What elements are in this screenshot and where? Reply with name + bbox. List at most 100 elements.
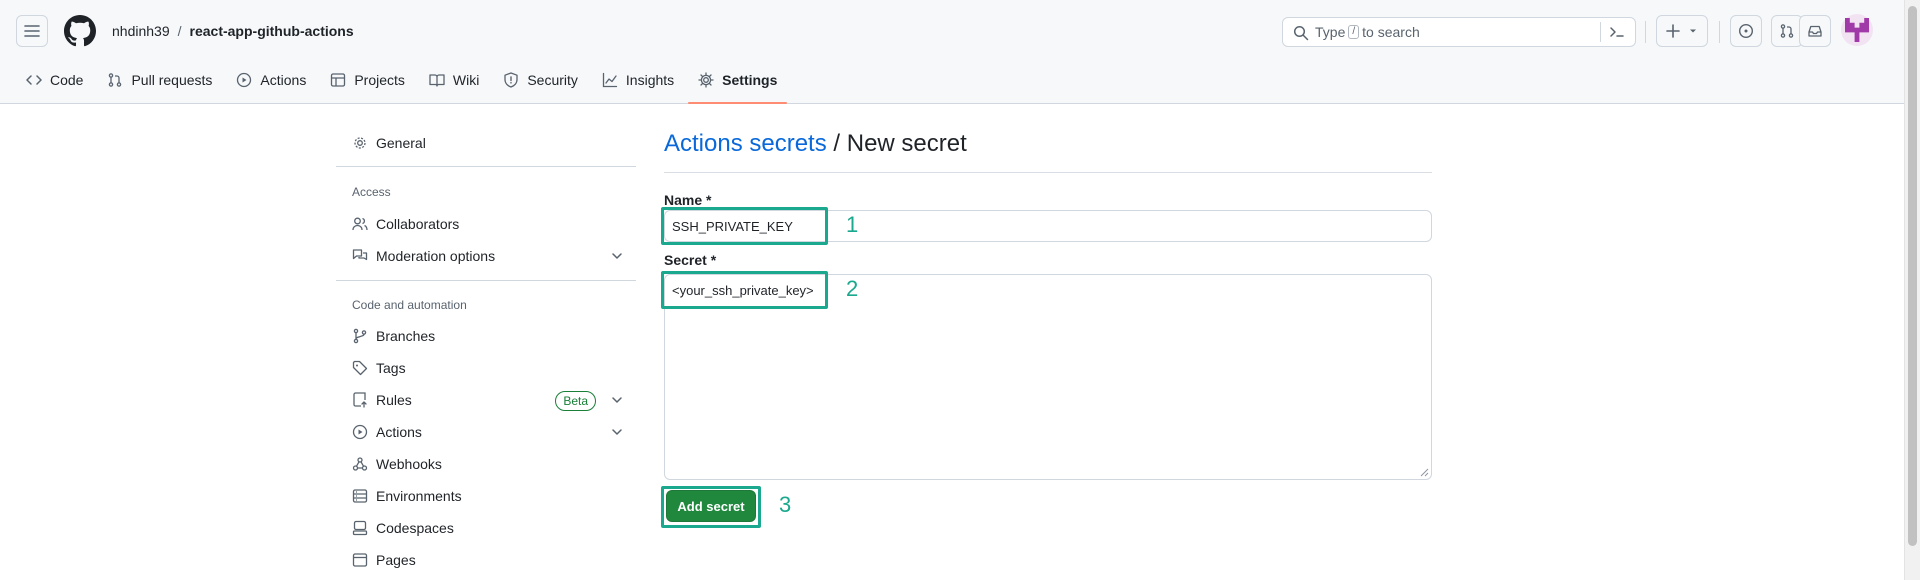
play-icon [352,424,368,440]
sidebar-item-label: General [376,135,426,151]
comment-discussion-icon [352,249,368,261]
people-icon [352,217,368,231]
repo-name-link[interactable]: react-app-github-actions [190,23,354,39]
issues-button[interactable] [1730,15,1762,47]
sidebar-item-label: Webhooks [376,456,442,472]
inbox-button[interactable] [1799,15,1831,47]
sidebar-item-collaborators[interactable]: Collaborators [336,209,636,239]
tab-label: Settings [722,72,778,88]
sidebar-item-label: Tags [376,360,406,376]
graph-icon [602,72,618,88]
scrollbar-thumb[interactable] [1908,6,1917,546]
sidebar-item-codespaces[interactable]: Codespaces [336,513,636,543]
secret-value: <your_ssh_private_key> [672,282,814,298]
repo-owner-link[interactable]: nhdinh39 [112,23,170,39]
tab-label: Pull requests [131,72,213,88]
sidebar-heading-code-automation: Code and automation [352,298,467,312]
tab-pull-requests[interactable]: Pull requests [97,64,222,96]
avatar-identicon-icon [1845,18,1869,42]
tab-security[interactable]: Security [493,64,588,96]
secret-value-highlight[interactable]: <your_ssh_private_key> [661,271,828,309]
search-icon [1293,25,1309,41]
tab-code[interactable]: Code [16,64,93,96]
tab-label: Wiki [452,72,480,88]
name-value-highlight[interactable]: SSH_PRIVATE_KEY [661,207,828,245]
github-logo-icon[interactable] [64,15,96,47]
sidebar-item-webhooks[interactable]: Webhooks [336,449,636,479]
code-icon [26,75,42,85]
command-palette-icon[interactable] [1609,24,1625,40]
sidebar-item-branches[interactable]: Branches [336,321,636,351]
tab-settings[interactable]: Settings [688,64,788,104]
beta-badge: Beta [555,391,596,411]
repo-tabs: Code Pull requests Actions Projects Wiki… [16,64,791,104]
gear-icon [698,72,714,88]
search-placeholder-prefix: Type [1315,24,1346,40]
create-new-button[interactable] [1656,15,1708,47]
sidebar-item-general[interactable]: General [336,128,636,158]
chevron-down-icon [612,253,622,259]
sidebar-heading-access: Access [352,185,391,199]
plus-icon [1666,24,1680,38]
tab-wiki[interactable]: Wiki [419,64,489,96]
user-avatar[interactable] [1841,14,1873,46]
sidebar-item-tags[interactable]: Tags [336,353,636,383]
sidebar-item-label: Branches [376,328,436,344]
codespaces-icon [352,520,368,536]
secret-label: Secret * [664,252,717,268]
actions-secrets-link[interactable]: Actions secrets [664,130,827,157]
sidebar-item-label: Codespaces [376,520,454,536]
step-number-3: 3 [779,492,792,517]
search-placeholder-suffix: to search [1362,24,1420,40]
sidebar-item-environments[interactable]: Environments [336,481,636,511]
name-value: SSH_PRIVATE_KEY [672,218,793,234]
repo-push-icon [353,392,367,408]
pull-request-icon [109,73,122,87]
sidebar-item-label: Collaborators [376,216,460,232]
tab-label: Security [527,72,578,88]
tag-icon [352,360,368,376]
chevron-down-icon [612,429,622,435]
table-icon [331,73,346,87]
issue-icon [1738,23,1754,39]
title-divider [664,172,1432,173]
page-title: Actions secrets / New secret [664,130,967,158]
page-scrollbar[interactable] [1904,0,1920,580]
chevron-down-icon [612,397,622,403]
sidebar-item-label: Moderation options [376,248,496,264]
tab-label: Insights [625,72,675,88]
sidebar-item-label: Rules [376,392,412,408]
resize-handle-icon[interactable] [1419,467,1429,477]
name-label: Name * [664,192,712,208]
sidebar-item-pages[interactable]: Pages [336,545,636,575]
step-number-2: 2 [846,276,859,301]
caret-down-icon [1690,29,1696,33]
inbox-icon [1808,25,1822,37]
sidebar-item-rules[interactable]: Rules Beta [336,385,636,415]
sidebar-item-label: Environments [376,488,462,504]
sidebar-item-actions[interactable]: Actions [336,417,636,447]
sidebar-divider [336,280,636,281]
tab-actions[interactable]: Actions [226,64,316,96]
breadcrumb-separator: / [177,23,182,39]
sidebar-item-moderation[interactable]: Moderation options [336,241,636,271]
menu-button[interactable] [16,15,48,47]
tab-projects[interactable]: Projects [320,64,415,96]
search-divider [1600,22,1601,42]
step-number-1: 1 [846,212,859,237]
sidebar-divider [336,166,636,167]
sidebar-item-label: Pages [376,552,416,568]
book-icon [429,74,445,87]
pull-request-icon [1780,24,1794,38]
header-divider-2 [1719,21,1720,43]
webhook-icon [352,457,368,471]
page-title-rest: / New secret [826,130,967,157]
header-divider [1645,21,1646,43]
breadcrumb: nhdinh39 / react-app-github-actions [112,23,354,39]
hamburger-icon [24,25,40,37]
tab-insights[interactable]: Insights [592,64,684,96]
add-secret-button[interactable]: Add secret [666,490,756,522]
browser-icon [352,553,368,567]
server-icon [352,489,368,503]
search-input[interactable]: Type / to search [1282,17,1636,47]
